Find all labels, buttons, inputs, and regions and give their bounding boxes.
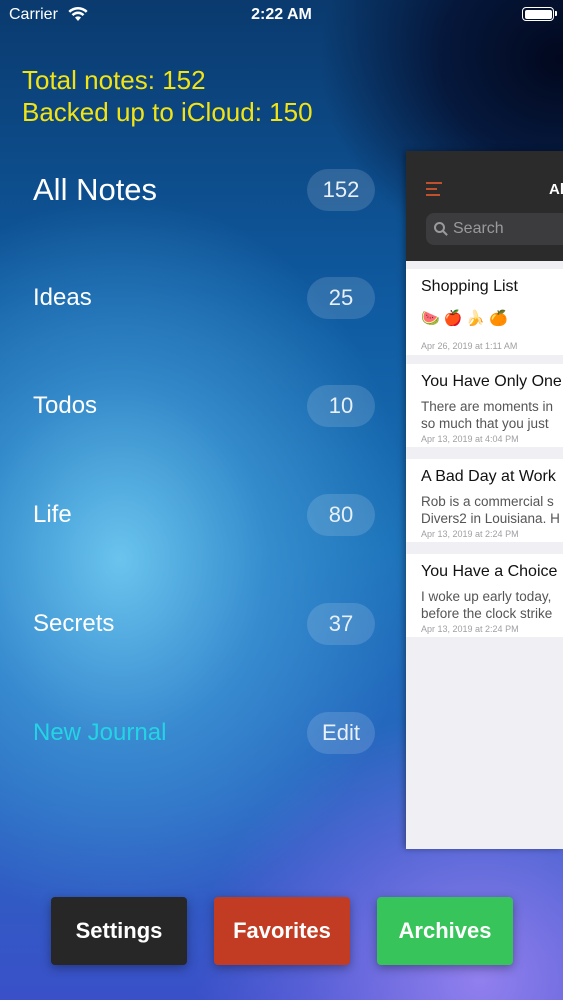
note-card[interactable]: Shopping List 🍉🍎🍌🍊 Apr 26, 2019 at 1:11 …: [406, 269, 563, 355]
note-date: Apr 26, 2019 at 1:11 AM: [421, 341, 518, 351]
edit-button[interactable]: Edit: [307, 712, 375, 754]
journal-item-ideas[interactable]: Ideas 25: [33, 277, 375, 319]
menu-icon[interactable]: [426, 182, 442, 196]
note-title: You Have Only One: [421, 373, 562, 390]
count-badge: 80: [307, 494, 375, 536]
note-body-line: I woke up early today,: [421, 589, 552, 604]
note-date: Apr 13, 2019 at 2:24 PM: [421, 529, 519, 539]
note-title: Shopping List: [421, 278, 518, 295]
note-card[interactable]: You Have Only One There are moments in s…: [406, 364, 563, 447]
note-body-line: so much that you just: [421, 416, 549, 431]
settings-button[interactable]: Settings: [51, 897, 187, 965]
favorites-button[interactable]: Favorites: [214, 897, 350, 965]
archives-button[interactable]: Archives: [377, 897, 513, 965]
clock: 2:22 AM: [251, 6, 312, 23]
journal-label: Todos: [33, 392, 98, 419]
note-body-line: Rob is a commercial s: [421, 494, 554, 509]
search-icon: [434, 222, 445, 233]
note-card[interactable]: You Have a Choice I woke up early today,…: [406, 554, 563, 637]
total-notes-label: Total notes: 152: [22, 65, 206, 95]
count-badge: 152: [307, 169, 375, 211]
note-body-line: Divers2 in Louisiana. H: [421, 511, 560, 526]
battery-icon: [522, 7, 557, 21]
search-input[interactable]: Search: [426, 213, 563, 245]
note-date: Apr 13, 2019 at 4:04 PM: [421, 434, 519, 444]
journal-item-secrets[interactable]: Secrets 37: [33, 603, 375, 645]
search-placeholder: Search: [453, 220, 504, 237]
new-journal-button[interactable]: New Journal: [33, 719, 166, 747]
note-card[interactable]: A Bad Day at Work Rob is a commercial s …: [406, 459, 563, 542]
journal-label: Life: [33, 501, 72, 528]
journal-label: Ideas: [33, 284, 92, 311]
preview-title: All Notes: [549, 181, 563, 198]
journal-item-life[interactable]: Life 80: [33, 494, 375, 536]
count-badge: 25: [307, 277, 375, 319]
new-journal-row: New Journal Edit: [33, 712, 375, 754]
note-body: I woke up early today, before the clock …: [421, 588, 552, 622]
note-title: A Bad Day at Work: [421, 468, 556, 485]
note-body-line: There are moments in: [421, 399, 554, 414]
journal-label: Secrets: [33, 610, 115, 637]
note-body: Rob is a commercial s Divers2 in Louisia…: [421, 493, 560, 527]
note-body-line: before the clock strike: [421, 606, 553, 621]
journal-item-all-notes[interactable]: All Notes 152: [33, 169, 375, 211]
bottom-action-bar: Settings Favorites Archives: [0, 897, 563, 967]
note-body: There are moments in so much that you ju…: [421, 398, 553, 432]
backed-up-label: Backed up to iCloud: 150: [22, 97, 313, 127]
journal-item-todos[interactable]: Todos 10: [33, 385, 375, 427]
status-bar: Carrier 2:22 AM: [0, 0, 563, 30]
note-emoji: 🍉🍎🍌🍊: [421, 310, 512, 327]
count-badge: 10: [307, 385, 375, 427]
notes-stats: Total notes: 152 Backed up to iCloud: 15…: [22, 64, 313, 128]
preview-header: All Notes Search: [406, 151, 563, 261]
journal-label: All Notes: [33, 172, 158, 207]
notes-preview-panel[interactable]: All Notes Search Shopping List 🍉🍎🍌🍊 Apr …: [406, 151, 563, 849]
note-date: Apr 13, 2019 at 2:24 PM: [421, 624, 519, 634]
note-title: You Have a Choice: [421, 563, 558, 580]
count-badge: 37: [307, 603, 375, 645]
